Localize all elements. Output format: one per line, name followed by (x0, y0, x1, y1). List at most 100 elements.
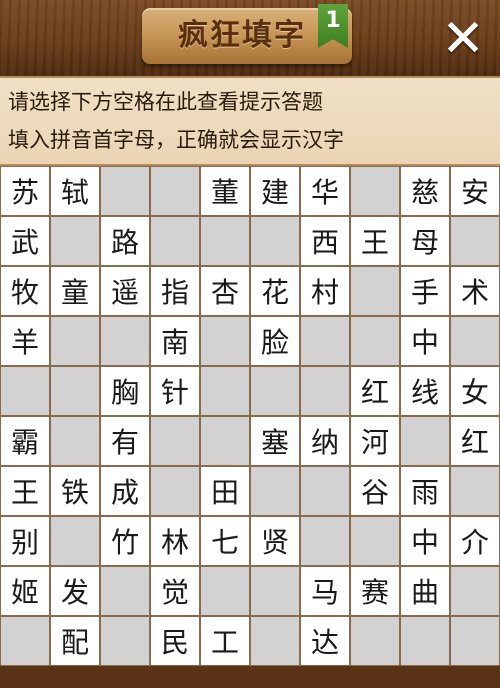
grid-cell-empty[interactable] (450, 466, 500, 516)
grid-cell-filled[interactable]: 王 (0, 466, 50, 516)
grid-cell-empty[interactable] (450, 316, 500, 366)
grid-cell-filled[interactable]: 华 (300, 166, 350, 216)
grid-cell-empty[interactable] (250, 616, 300, 666)
grid-cell-empty[interactable] (50, 416, 100, 466)
grid-cell-filled[interactable]: 手 (400, 266, 450, 316)
grid-cell-empty[interactable] (300, 366, 350, 416)
grid-cell-filled[interactable]: 胸 (100, 366, 150, 416)
grid-cell-filled[interactable]: 村 (300, 266, 350, 316)
grid-cell-empty[interactable] (350, 616, 400, 666)
grid-cell-filled[interactable]: 中 (400, 516, 450, 566)
grid-cell-filled[interactable]: 曲 (400, 566, 450, 616)
grid-cell-empty[interactable] (350, 316, 400, 366)
grid-cell-filled[interactable]: 脸 (250, 316, 300, 366)
grid-cell-empty[interactable] (50, 366, 100, 416)
grid-cell-filled[interactable]: 慈 (400, 166, 450, 216)
grid-cell-filled[interactable]: 指 (150, 266, 200, 316)
grid-cell-filled[interactable]: 田 (200, 466, 250, 516)
grid-cell-empty[interactable] (200, 416, 250, 466)
grid-cell-filled[interactable]: 七 (200, 516, 250, 566)
grid-cell-filled[interactable]: 女 (450, 366, 500, 416)
grid-cell-filled[interactable]: 雨 (400, 466, 450, 516)
grid-cell-empty[interactable] (250, 466, 300, 516)
grid-cell-filled[interactable]: 介 (450, 516, 500, 566)
grid-cell-filled[interactable]: 赛 (350, 566, 400, 616)
grid-cell-empty[interactable] (200, 316, 250, 366)
grid-cell-filled[interactable]: 安 (450, 166, 500, 216)
grid-cell-filled[interactable]: 觉 (150, 566, 200, 616)
grid-cell-empty[interactable] (150, 166, 200, 216)
grid-cell-filled[interactable]: 遥 (100, 266, 150, 316)
grid-cell-empty[interactable] (400, 616, 450, 666)
grid-cell-filled[interactable]: 杏 (200, 266, 250, 316)
grid-cell-empty[interactable] (200, 566, 250, 616)
grid-cell-empty[interactable] (200, 366, 250, 416)
grid-cell-filled[interactable]: 线 (400, 366, 450, 416)
grid-cell-filled[interactable]: 路 (100, 216, 150, 266)
grid-cell-filled[interactable]: 纳 (300, 416, 350, 466)
grid-cell-empty[interactable] (400, 416, 450, 466)
grid-cell-filled[interactable]: 红 (450, 416, 500, 466)
grid-cell-empty[interactable] (100, 616, 150, 666)
grid-cell-empty[interactable] (150, 216, 200, 266)
grid-cell-filled[interactable]: 林 (150, 516, 200, 566)
grid-cell-filled[interactable]: 工 (200, 616, 250, 666)
grid-cell-filled[interactable]: 西 (300, 216, 350, 266)
grid-cell-filled[interactable]: 中 (400, 316, 450, 366)
grid-cell-filled[interactable]: 建 (250, 166, 300, 216)
grid-cell-empty[interactable] (450, 616, 500, 666)
grid-cell-empty[interactable] (250, 566, 300, 616)
grid-cell-filled[interactable]: 苏 (0, 166, 50, 216)
grid-cell-filled[interactable]: 铁 (50, 466, 100, 516)
grid-cell-empty[interactable] (300, 466, 350, 516)
grid-cell-filled[interactable]: 达 (300, 616, 350, 666)
grid-cell-empty[interactable] (350, 266, 400, 316)
grid-cell-filled[interactable]: 别 (0, 516, 50, 566)
grid-cell-empty[interactable] (150, 466, 200, 516)
grid-cell-empty[interactable] (250, 216, 300, 266)
grid-cell-filled[interactable]: 竹 (100, 516, 150, 566)
grid-cell-empty[interactable] (50, 516, 100, 566)
grid-cell-filled[interactable]: 塞 (250, 416, 300, 466)
grid-cell-filled[interactable]: 王 (350, 216, 400, 266)
grid-cell-filled[interactable]: 羊 (0, 316, 50, 366)
close-button[interactable]: ✕ (438, 13, 488, 65)
grid-cell-empty[interactable] (300, 316, 350, 366)
grid-cell-filled[interactable]: 红 (350, 366, 400, 416)
grid-cell-filled[interactable]: 轼 (50, 166, 100, 216)
grid-cell-filled[interactable]: 霸 (0, 416, 50, 466)
grid-cell-empty[interactable] (350, 166, 400, 216)
grid-cell-filled[interactable]: 南 (150, 316, 200, 366)
grid-cell-empty[interactable] (450, 566, 500, 616)
grid-cell-filled[interactable]: 河 (350, 416, 400, 466)
grid-cell-empty[interactable] (100, 566, 150, 616)
grid-cell-filled[interactable]: 花 (250, 266, 300, 316)
grid-cell-filled[interactable]: 谷 (350, 466, 400, 516)
grid-cell-filled[interactable]: 武 (0, 216, 50, 266)
grid-cell-filled[interactable]: 有 (100, 416, 150, 466)
grid-cell-filled[interactable]: 姬 (0, 566, 50, 616)
grid-cell-empty[interactable] (450, 216, 500, 266)
grid-cell-empty[interactable] (50, 316, 100, 366)
grid-cell-empty[interactable] (50, 216, 100, 266)
grid-cell-filled[interactable]: 配 (50, 616, 100, 666)
grid-cell-empty[interactable] (300, 516, 350, 566)
grid-cell-filled[interactable]: 针 (150, 366, 200, 416)
grid-cell-filled[interactable]: 贤 (250, 516, 300, 566)
grid-cell-empty[interactable] (0, 616, 50, 666)
grid-cell-filled[interactable]: 董 (200, 166, 250, 216)
grid-cell-empty[interactable] (350, 516, 400, 566)
grid-cell-filled[interactable]: 民 (150, 616, 200, 666)
grid-cell-filled[interactable]: 发 (50, 566, 100, 616)
grid-cell-filled[interactable]: 童 (50, 266, 100, 316)
grid-cell-empty[interactable] (200, 216, 250, 266)
grid-cell-filled[interactable]: 马 (300, 566, 350, 616)
grid-cell-empty[interactable] (250, 366, 300, 416)
grid-cell-empty[interactable] (0, 366, 50, 416)
grid-cell-filled[interactable]: 术 (450, 266, 500, 316)
grid-cell-empty[interactable] (150, 416, 200, 466)
grid-cell-empty[interactable] (100, 166, 150, 216)
grid-cell-empty[interactable] (100, 316, 150, 366)
grid-cell-filled[interactable]: 母 (400, 216, 450, 266)
grid-cell-filled[interactable]: 成 (100, 466, 150, 516)
